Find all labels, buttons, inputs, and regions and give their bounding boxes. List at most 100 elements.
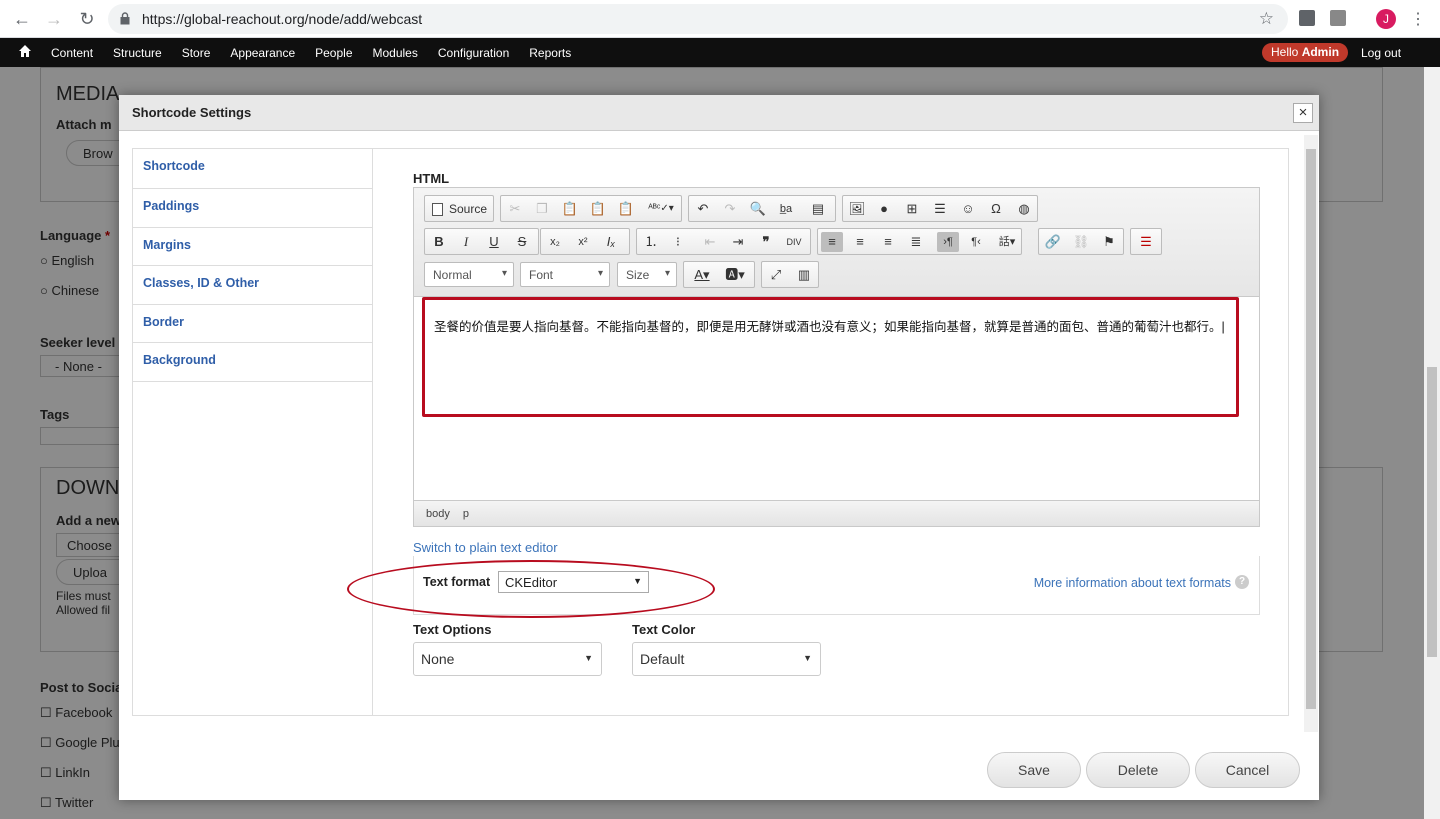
image-icon[interactable]: 🖼 <box>846 199 868 219</box>
rss-extension-icon[interactable] <box>1330 10 1346 26</box>
html-label: HTML <box>413 171 450 186</box>
smiley-icon[interactable]: ☺ <box>957 199 979 219</box>
underline-icon[interactable]: U <box>483 232 505 252</box>
dialog-titlebar: Shortcode Settings × <box>119 95 1319 131</box>
menu-structure[interactable]: Structure <box>103 46 172 60</box>
profile-avatar[interactable]: J <box>1376 9 1396 29</box>
text-color-select[interactable]: Default <box>632 642 821 676</box>
reload-icon[interactable]: ↻ <box>75 8 99 30</box>
spellcheck-icon[interactable]: ᴬᴮᶜ✓▾ <box>645 199 677 219</box>
menu-store[interactable]: Store <box>172 46 221 60</box>
address-bar[interactable]: https://global-reachout.org/node/add/web… <box>108 4 1288 34</box>
flash-icon[interactable]: ● <box>873 199 895 219</box>
element-path: body p <box>414 500 1259 526</box>
italic-icon[interactable]: I <box>455 232 477 252</box>
close-icon[interactable]: × <box>1293 103 1313 123</box>
switch-plain-editor-link[interactable]: Switch to plain text editor <box>413 540 558 555</box>
source-label: Source <box>449 202 488 216</box>
paste-text-icon[interactable]: 📋 <box>587 199 609 219</box>
indent-icon[interactable]: ⇥ <box>727 232 749 252</box>
align-left-icon[interactable]: ≡ <box>821 232 843 252</box>
bg-color-icon[interactable]: 🅰▾ <box>720 265 750 285</box>
browser-menu-icon[interactable]: ⋮ <box>1410 9 1426 29</box>
table-icon[interactable]: ⊞ <box>901 199 923 219</box>
menu-modules[interactable]: Modules <box>363 46 428 60</box>
special-char-icon[interactable]: Ω <box>985 199 1007 219</box>
menu-people[interactable]: People <box>305 46 362 60</box>
save-button[interactable]: Save <box>987 752 1081 788</box>
help-icon[interactable]: ? <box>1235 575 1249 589</box>
align-justify-icon[interactable]: ≣ <box>905 232 927 252</box>
show-blocks-icon[interactable]: ▥ <box>793 265 815 285</box>
align-center-icon[interactable]: ≡ <box>849 232 871 252</box>
unlink-icon[interactable]: ⛓ <box>1070 232 1092 252</box>
select-all-icon[interactable]: ▤ <box>807 199 829 219</box>
replace-icon[interactable]: b̲a <box>775 199 797 219</box>
anchor-flag-icon[interactable]: ⚑ <box>1098 232 1120 252</box>
dialog-scrollbar[interactable] <box>1304 135 1318 732</box>
horizontal-rule-icon[interactable]: ☰ <box>929 199 951 219</box>
bold-icon[interactable]: B <box>428 232 450 252</box>
forward-arrow-icon[interactable]: → <box>42 8 66 30</box>
home-icon[interactable] <box>18 44 32 58</box>
bullet-list-icon[interactable]: ⁝ <box>667 232 689 252</box>
page-scrollbar-thumb[interactable] <box>1427 367 1437 657</box>
highlight-oval <box>347 560 715 618</box>
cut-icon[interactable]: ✂ <box>504 199 526 219</box>
cancel-button[interactable]: Cancel <box>1195 752 1300 788</box>
undo-icon[interactable]: ↶ <box>692 199 714 219</box>
download-extension-icon[interactable] <box>1299 10 1315 26</box>
page-break-icon[interactable]: ☰ <box>1135 232 1157 252</box>
paste-icon[interactable]: 📋 <box>559 199 581 219</box>
link-icon[interactable]: 🔗 <box>1042 232 1064 252</box>
logout-link[interactable]: Log out <box>1361 46 1401 60</box>
ltr-icon[interactable]: ›¶ <box>937 232 959 252</box>
color-group: A▾ 🅰▾ <box>683 261 755 288</box>
menu-reports[interactable]: Reports <box>519 46 581 60</box>
div-container-icon[interactable]: DIV <box>783 232 805 252</box>
find-icon[interactable]: 🔍 <box>747 199 769 219</box>
back-arrow-icon[interactable]: ← <box>10 8 34 30</box>
outdent-icon[interactable]: ⇤ <box>699 232 721 252</box>
tab-border[interactable]: Border <box>133 305 372 343</box>
copy-icon[interactable]: ❐ <box>531 199 553 219</box>
page-scrollbar[interactable] <box>1424 67 1440 819</box>
tab-shortcode[interactable]: Shortcode <box>133 149 372 189</box>
blockquote-icon[interactable]: ❞ <box>755 232 777 252</box>
link-group: 🔗 ⛓ ⚑ <box>1038 228 1124 255</box>
menu-configuration[interactable]: Configuration <box>428 46 519 60</box>
rtl-icon[interactable]: ¶‹ <box>965 232 987 252</box>
tab-margins[interactable]: Margins <box>133 228 372 266</box>
numbered-list-icon[interactable]: ⒈ <box>640 232 662 252</box>
maximize-icon[interactable]: ⤢ <box>765 265 787 285</box>
iframe-icon[interactable]: ◍ <box>1013 199 1035 219</box>
insert-group: 🖼 ● ⊞ ☰ ☺ Ω ◍ <box>842 195 1038 222</box>
paste-word-icon[interactable]: 📋 <box>615 199 637 219</box>
align-right-icon[interactable]: ≡ <box>877 232 899 252</box>
language-icon[interactable]: 話▾ <box>993 232 1021 252</box>
delete-button[interactable]: Delete <box>1086 752 1190 788</box>
font-select[interactable]: Font <box>520 262 610 287</box>
path-body[interactable]: body <box>426 508 450 520</box>
bookmark-star-icon[interactable]: ☆ <box>1259 9 1274 29</box>
hello-badge[interactable]: Hello Admin <box>1262 43 1349 62</box>
subscript-icon[interactable]: x₂ <box>544 232 566 252</box>
strike-icon[interactable]: S <box>511 232 533 252</box>
remove-format-icon[interactable]: Iₓ <box>600 232 622 252</box>
size-select[interactable]: Size <box>617 262 677 287</box>
tab-classes-id-other[interactable]: Classes, ID & Other <box>133 266 372 305</box>
text-options-select[interactable]: None <box>413 642 602 676</box>
text-color-icon[interactable]: A▾ <box>687 265 717 285</box>
format-select[interactable]: Normal <box>424 262 514 287</box>
path-p[interactable]: p <box>463 508 469 520</box>
source-button[interactable]: Source <box>424 195 494 222</box>
menu-content[interactable]: Content <box>41 46 103 60</box>
tab-background[interactable]: Background <box>133 343 372 382</box>
tab-paddings[interactable]: Paddings <box>133 189 372 228</box>
redo-icon[interactable]: ↷ <box>719 199 741 219</box>
hello-user: Admin <box>1301 45 1340 59</box>
superscript-icon[interactable]: x² <box>572 232 594 252</box>
menu-appearance[interactable]: Appearance <box>220 46 305 60</box>
dialog-scrollbar-thumb[interactable] <box>1306 149 1316 709</box>
more-info-link[interactable]: More information about text formats <box>1034 576 1231 590</box>
